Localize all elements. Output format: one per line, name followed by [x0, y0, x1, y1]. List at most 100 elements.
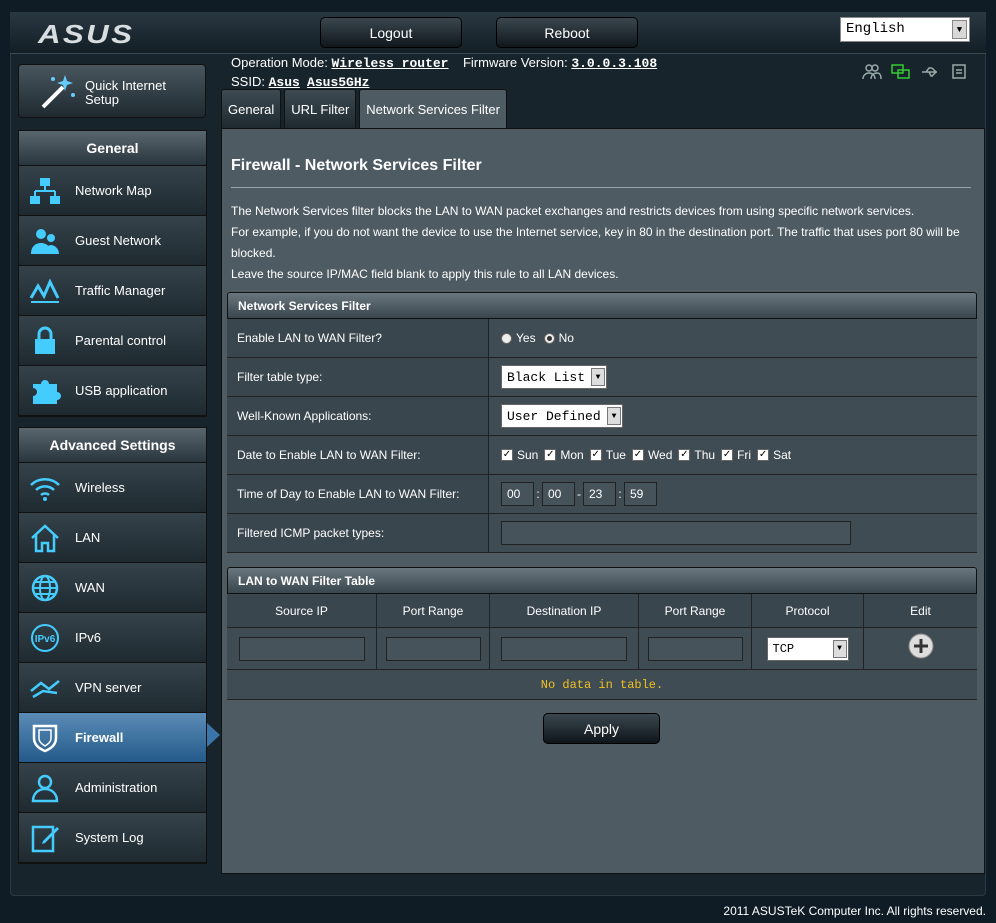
time-label: Time of Day to Enable LAN to WAN Filter:	[227, 475, 489, 513]
no-data-message: No data in table.	[227, 670, 977, 700]
internet-status-icon[interactable]	[891, 63, 911, 81]
tab-network-services-filter[interactable]: Network Services Filter	[359, 89, 507, 128]
protocol-select[interactable]: TCP ▼	[766, 636, 849, 661]
guest-network-icon	[29, 226, 61, 256]
day-label: Thu	[694, 448, 716, 462]
end-hour-input[interactable]: 23	[583, 482, 616, 506]
svg-text:IPv6: IPv6	[35, 634, 56, 645]
vpn-icon	[29, 673, 61, 703]
language-value: English	[846, 21, 905, 37]
protocol-value: TCP	[772, 641, 795, 656]
destination-port-input[interactable]	[647, 636, 743, 661]
sidebar-item-system-log[interactable]: System Log	[19, 813, 206, 863]
day-checkbox-sat[interactable]: ✓	[757, 449, 770, 461]
logout-button[interactable]: Logout	[320, 17, 462, 48]
sidebar-item-traffic-manager[interactable]: Traffic Manager	[19, 266, 206, 316]
general-menu-title: General	[19, 131, 206, 166]
sidebar-item-parental-control[interactable]: Parental control	[19, 316, 206, 366]
asus-logo: ASUS	[38, 19, 135, 49]
time-row: Time of Day to Enable LAN to WAN Filter:…	[227, 475, 977, 514]
sidebar-item-wan[interactable]: WAN	[19, 563, 206, 613]
no-label: No	[558, 331, 574, 345]
chevron-down-icon: ▼	[607, 407, 621, 425]
day-label: Mon	[560, 448, 584, 462]
filter-section: Network Services Filter Enable LAN to WA…	[227, 292, 977, 553]
chevron-down-icon: ▼	[832, 639, 847, 658]
apply-button[interactable]: Apply	[543, 713, 660, 744]
source-port-input[interactable]	[385, 636, 481, 661]
day-label: Tue	[605, 448, 626, 462]
sidebar-item-label: Administration	[75, 780, 158, 795]
destination-ip-input[interactable]	[501, 636, 627, 661]
enable-no-radio[interactable]	[543, 332, 555, 344]
puzzle-icon	[29, 376, 61, 406]
day-checkbox-wed[interactable]: ✓	[631, 449, 644, 461]
applications-select[interactable]: User Defined ▼	[501, 404, 623, 428]
column-header: Destination IP	[490, 594, 639, 627]
quick-setup-label-2: Setup	[85, 92, 119, 107]
traffic-manager-icon	[29, 276, 61, 306]
day-label: Sun	[517, 448, 539, 462]
source-ip-input[interactable]	[238, 636, 365, 661]
usb-icon[interactable]	[920, 63, 940, 81]
date-label: Date to Enable LAN to WAN Filter:	[227, 436, 489, 474]
icmp-input[interactable]	[501, 521, 851, 545]
quick-setup-label-1: Quick Internet	[85, 78, 166, 93]
start-hour-input[interactable]: 00	[501, 482, 534, 506]
day-checkbox-mon[interactable]: ✓	[544, 449, 557, 461]
globe-icon	[29, 573, 61, 603]
table-header: Source IP Port Range Destination IP Port…	[227, 594, 977, 628]
ssid-link-2[interactable]: Asus5GHz	[307, 75, 369, 90]
operation-mode-link[interactable]: Wireless router	[331, 56, 448, 71]
day-checkbox-tue[interactable]: ✓	[589, 449, 602, 461]
ssid-link-1[interactable]: Asus	[269, 75, 300, 90]
sidebar-item-label: Wireless	[75, 480, 125, 495]
sidebar-item-network-map[interactable]: Network Map	[19, 166, 206, 216]
yes-label: Yes	[516, 331, 536, 345]
description-line: For example, if you do not want the devi…	[231, 225, 960, 260]
day-label: Fri	[737, 448, 752, 462]
sidebar-item-label: Firewall	[75, 730, 124, 745]
day-checkbox-sun[interactable]: ✓	[501, 449, 513, 461]
printer-icon[interactable]	[949, 63, 969, 81]
column-header: Port Range	[377, 594, 490, 627]
icmp-row: Filtered ICMP packet types:	[227, 514, 977, 553]
reboot-button[interactable]: Reboot	[496, 17, 638, 48]
description-line: Leave the source IP/MAC field blank to a…	[231, 267, 619, 281]
chevron-down-icon: ▼	[952, 20, 967, 39]
tab-url-filter[interactable]: URL Filter	[284, 89, 357, 128]
sidebar-item-label: LAN	[75, 530, 101, 545]
day-checkbox-thu[interactable]: ✓	[678, 449, 691, 461]
user-icon	[29, 773, 61, 803]
sidebar-item-ipv6[interactable]: IPv6 IPv6	[19, 613, 206, 663]
table-type-select[interactable]: Black List ▼	[501, 365, 607, 389]
sidebar-item-usb-application[interactable]: USB application	[19, 366, 206, 416]
column-header: Edit	[910, 603, 931, 618]
enable-yes-radio[interactable]	[501, 332, 512, 344]
day-checkbox-fri[interactable]: ✓	[721, 449, 734, 461]
advanced-menu-title: Advanced Settings	[19, 428, 206, 463]
sidebar-item-vpn-server[interactable]: VPN server	[19, 663, 206, 713]
filter-section-title: Network Services Filter	[227, 292, 977, 319]
page-title: Firewall - Network Services Filter	[231, 157, 482, 174]
quick-internet-setup-button[interactable]: Quick Internet Setup	[18, 64, 206, 118]
sidebar-item-guest-network[interactable]: Guest Network	[19, 216, 206, 266]
filter-table-title: LAN to WAN Filter Table	[227, 567, 977, 594]
sidebar-item-administration[interactable]: Administration	[19, 763, 206, 813]
applications-row: Well-Known Applications: User Defined ▼	[227, 397, 977, 436]
clients-icon[interactable]	[862, 63, 882, 81]
sidebar-item-firewall[interactable]: Firewall	[19, 713, 206, 763]
sidebar-item-wireless[interactable]: Wireless	[19, 463, 206, 513]
sidebar-item-lan[interactable]: LAN	[19, 513, 206, 563]
tab-bar: General URL Filter Network Services Filt…	[221, 89, 507, 128]
add-icon[interactable]	[908, 633, 934, 664]
column-header: Protocol	[752, 594, 864, 627]
ssid-label: SSID:	[231, 74, 265, 89]
firmware-link[interactable]: 3.0.0.3.108	[571, 56, 657, 71]
shield-icon	[29, 723, 61, 753]
language-select[interactable]: English ▼	[840, 17, 970, 42]
end-minute-input[interactable]: 59	[624, 482, 657, 506]
table-type-row: Filter table type: Black List ▼	[227, 358, 977, 397]
start-minute-input[interactable]: 00	[542, 482, 575, 506]
tab-general[interactable]: General	[221, 89, 282, 128]
